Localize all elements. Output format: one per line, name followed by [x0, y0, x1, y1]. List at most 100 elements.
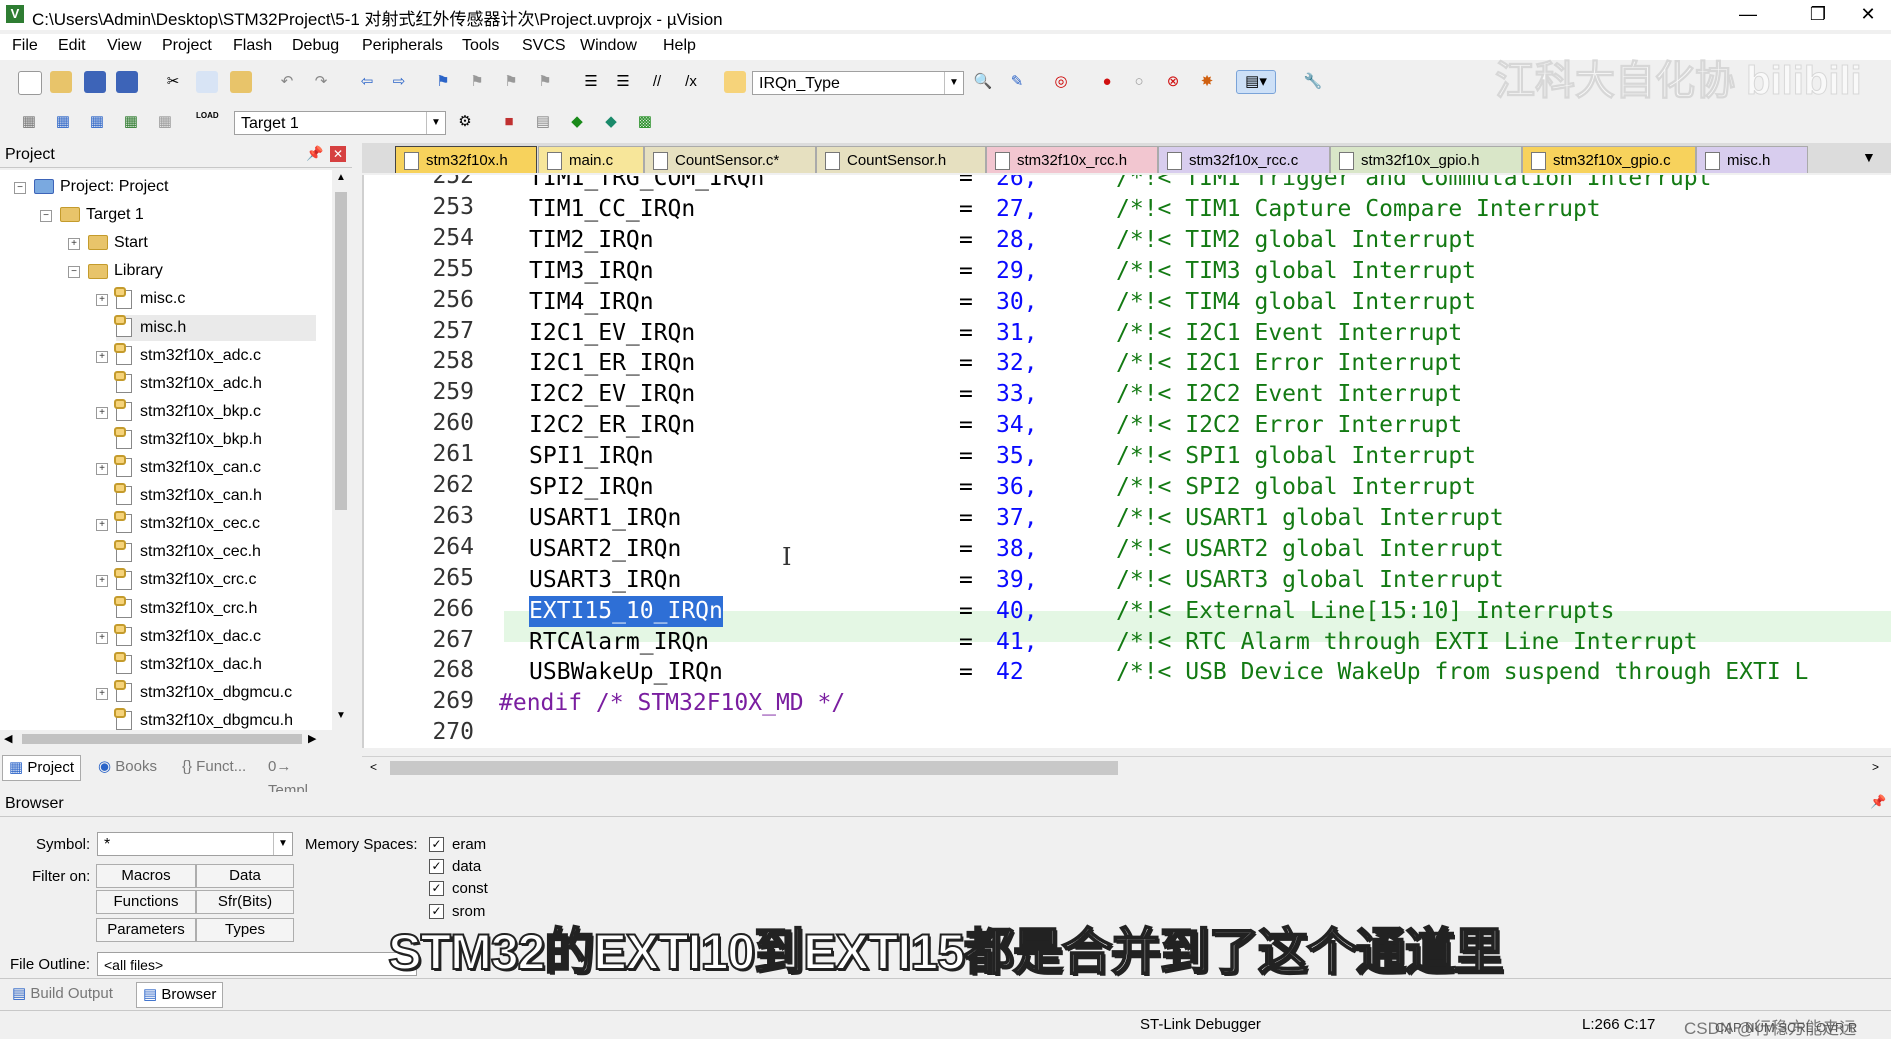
target-combo[interactable]: Target 1 ▼ — [234, 111, 446, 135]
data-checkbox[interactable]: ✓ — [429, 859, 444, 874]
minimize-icon[interactable]: — — [1725, 0, 1771, 30]
scroll-left-icon[interactable]: ◀ — [4, 732, 12, 745]
find-icon[interactable]: 🔍 — [972, 71, 994, 93]
stop-build-icon[interactable]: ▦ — [154, 111, 176, 133]
save-icon[interactable] — [84, 71, 106, 93]
scroll-right-icon[interactable]: ▶ — [308, 732, 316, 745]
filter-macros-button[interactable]: Macros — [96, 864, 196, 888]
tree-item[interactable]: stm32f10x_dbgmcu.h — [114, 708, 293, 730]
tree-item[interactable]: stm32f10x_cec.h — [114, 539, 261, 565]
tab-books[interactable]: ◉ Books — [92, 755, 163, 779]
expand-icon[interactable]: + — [96, 519, 108, 532]
disable-breakpoint-icon[interactable]: ○ — [1128, 71, 1150, 93]
close-icon[interactable]: ✕ — [1845, 0, 1891, 30]
editor-tab[interactable]: stm32f10x_rcc.h — [986, 146, 1158, 173]
bookmark-icon[interactable]: ⚑ — [432, 71, 454, 93]
uncomment-icon[interactable]: /x — [680, 71, 702, 93]
menu-peripherals[interactable]: Peripherals — [362, 37, 443, 55]
menu-svcs[interactable]: SVCS — [522, 37, 566, 55]
next-bookmark-icon[interactable]: ⚑ — [500, 71, 522, 93]
maximize-icon[interactable]: ❐ — [1795, 0, 1841, 30]
menu-edit[interactable]: Edit — [58, 37, 86, 55]
tree-item[interactable]: + stm32f10x_bkp.c — [96, 399, 261, 425]
paste-icon[interactable] — [230, 71, 252, 93]
code-editor[interactable]: 252 TIM1_TRG_COM_IRQn = 26, /*!< TIM1 Trigge… — [362, 175, 1891, 748]
tab-functions[interactable]: {} Funct... — [176, 755, 252, 779]
editor-tab[interactable]: CountSensor.c* — [644, 146, 816, 173]
comment-icon[interactable]: // — [646, 71, 668, 93]
expand-icon[interactable]: + — [96, 687, 108, 700]
hscroll-thumb[interactable] — [390, 761, 1118, 775]
chevron-down-icon[interactable]: ▼ — [273, 833, 292, 855]
expand-icon[interactable]: + — [96, 631, 108, 644]
tree-item[interactable]: stm32f10x_adc.h — [114, 370, 262, 397]
batch-build-icon[interactable]: ▦ — [120, 111, 142, 133]
pack-installer-icon[interactable]: ◆ — [566, 111, 588, 133]
manage-rte-icon[interactable]: ◆ — [600, 111, 622, 133]
eram-checkbox[interactable]: ✓ — [429, 837, 444, 852]
editor-hscrollbar[interactable]: < > — [362, 756, 1891, 779]
event-recorder-icon[interactable]: ▩ — [634, 111, 656, 133]
tree-item[interactable]: + Start — [68, 230, 148, 256]
menu-help[interactable]: Help — [663, 37, 696, 55]
editor-tab[interactable]: stm32f10x_gpio.h — [1330, 146, 1522, 173]
nav-forward-icon[interactable]: ⇨ — [388, 71, 410, 93]
find-in-files-icon[interactable] — [724, 71, 746, 93]
tree-item[interactable]: stm32f10x_bkp.h — [114, 427, 262, 453]
tree-item[interactable]: + stm32f10x_cec.c — [96, 511, 260, 537]
symbol-combo[interactable]: * ▼ — [97, 832, 293, 856]
debug-session-icon[interactable]: ◎ — [1050, 71, 1072, 93]
configure-icon[interactable]: 🔧 — [1302, 71, 1324, 93]
new-file-icon[interactable] — [18, 71, 42, 95]
menu-file[interactable]: File — [12, 37, 38, 55]
editor-tab[interactable]: stm32f10x.h — [395, 146, 537, 173]
project-tree-scrollbar[interactable]: ▲ ▼ — [332, 170, 350, 730]
filter-sfr-button[interactable]: Sfr(Bits) — [196, 890, 294, 914]
hscroll-thumb[interactable] — [22, 734, 302, 744]
manage-project-items-icon[interactable]: ■ — [498, 111, 520, 133]
tree-item[interactable]: + stm32f10x_adc.c — [96, 342, 261, 369]
menu-tools[interactable]: Tools — [462, 37, 499, 55]
target-options-icon[interactable]: ⚙ — [454, 111, 476, 133]
find-combo[interactable]: IRQn_Type ▼ — [752, 71, 964, 95]
tab-project[interactable]: ▦ Project — [2, 755, 82, 781]
disable-all-breakpoints-icon[interactable]: ⊗ — [1162, 71, 1184, 93]
copy-icon[interactable] — [196, 71, 218, 93]
editor-tab[interactable]: stm32f10x_gpio.c — [1522, 146, 1696, 173]
tree-item[interactable]: − Target 1 — [40, 202, 144, 228]
tree-item[interactable]: stm32f10x_dac.h — [114, 651, 262, 678]
tree-item[interactable]: + stm32f10x_dbgmcu.c — [96, 680, 292, 706]
scroll-left-icon[interactable]: < — [370, 760, 377, 774]
menu-debug[interactable]: Debug — [292, 37, 339, 55]
pin-icon[interactable]: 📌 — [1870, 794, 1886, 810]
collapse-icon[interactable]: − — [68, 266, 80, 279]
editor-tab[interactable]: stm32f10x_rcc.c — [1158, 146, 1330, 173]
window-layout-icon[interactable]: ▤▾ — [1236, 70, 1276, 94]
open-folder-icon[interactable] — [50, 71, 72, 93]
cut-icon[interactable]: ✂ — [162, 71, 184, 93]
scroll-right-icon[interactable]: > — [1872, 760, 1879, 774]
tree-item[interactable]: misc.h — [114, 314, 316, 341]
tree-item[interactable]: − Project: Project — [14, 174, 168, 200]
translate-icon[interactable]: ▦ — [18, 111, 40, 133]
scroll-thumb[interactable] — [335, 192, 347, 510]
tree-item[interactable]: + stm32f10x_dac.c — [96, 623, 261, 650]
tree-item[interactable]: + stm32f10x_can.c — [96, 455, 261, 481]
scroll-up-icon[interactable]: ▲ — [334, 172, 348, 188]
editor-tab[interactable]: CountSensor.h — [816, 146, 986, 173]
incremental-find-icon[interactable]: ✎ — [1006, 71, 1028, 93]
tree-item[interactable]: − Library — [68, 258, 163, 284]
expand-icon[interactable]: + — [96, 294, 108, 307]
undo-icon[interactable]: ↶ — [276, 71, 298, 93]
project-tree-hscrollbar[interactable]: ◀ ▶ — [0, 730, 350, 748]
chevron-down-icon[interactable]: ▼ — [944, 72, 963, 94]
tree-item[interactable]: + stm32f10x_crc.c — [96, 567, 256, 593]
const-checkbox[interactable]: ✓ — [429, 881, 444, 896]
prev-bookmark-icon[interactable]: ⚑ — [466, 71, 488, 93]
expand-icon[interactable]: + — [96, 463, 108, 475]
expand-icon[interactable]: + — [96, 350, 108, 363]
breakpoint-icon[interactable]: ● — [1096, 71, 1118, 93]
build-icon[interactable]: ▦ — [52, 111, 74, 133]
tab-templates[interactable]: 0→ Templ... — [262, 755, 352, 799]
nav-back-icon[interactable]: ⇦ — [356, 71, 378, 93]
